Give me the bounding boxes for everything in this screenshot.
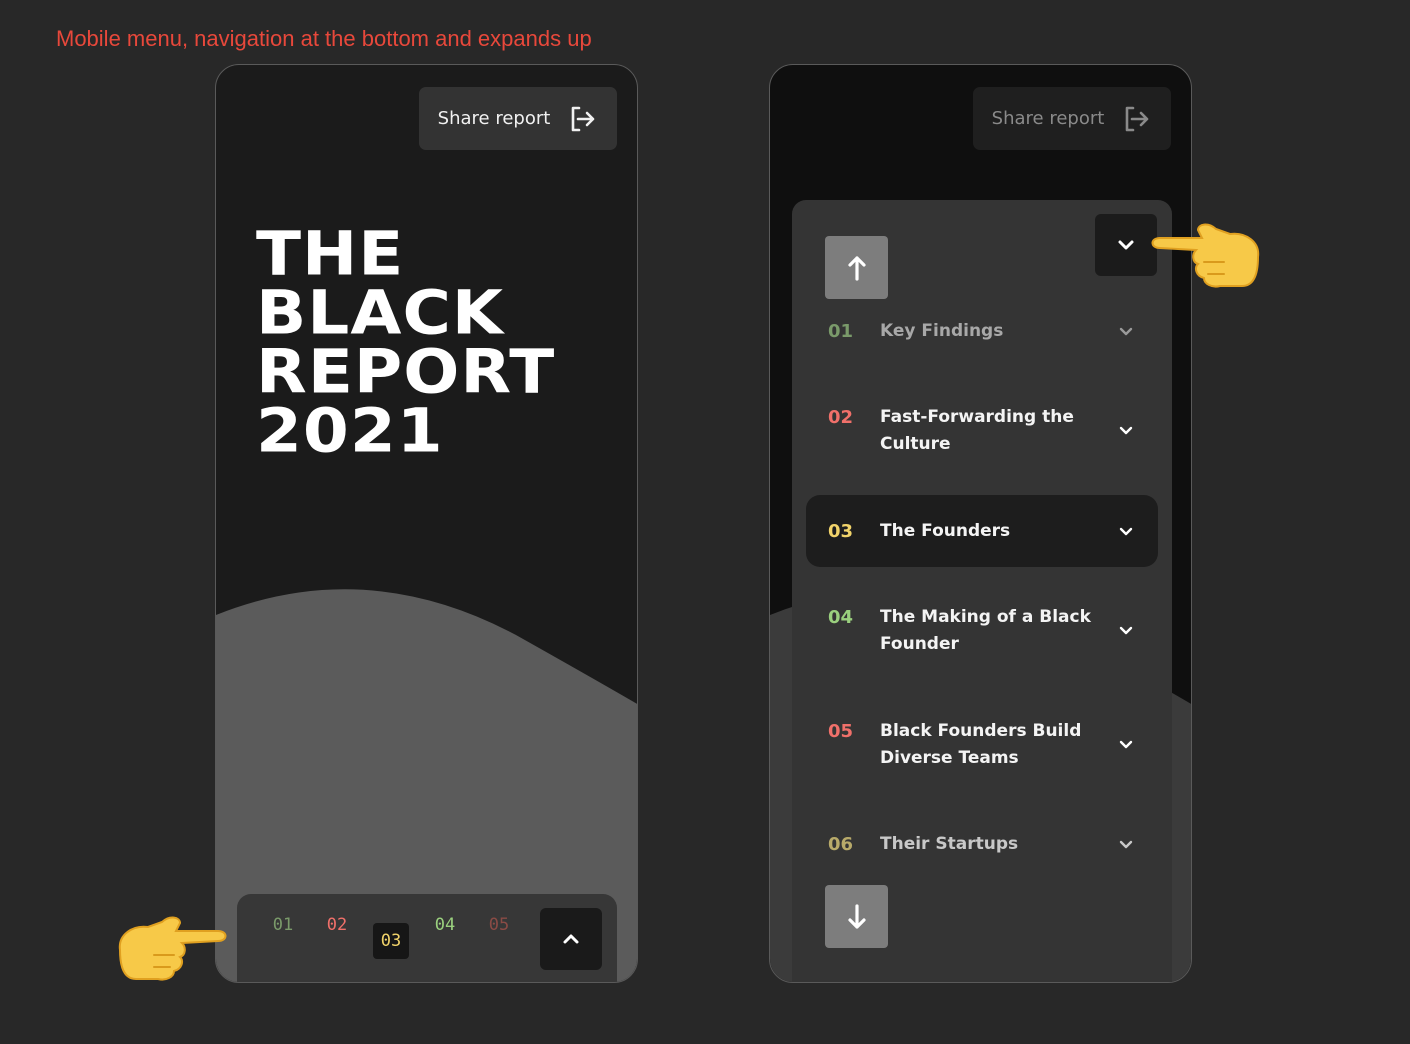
menu-item-label: The Founders <box>880 520 1011 541</box>
share-exit-icon <box>572 106 595 131</box>
menu-item-number: 06 <box>828 834 854 855</box>
chevron-down-icon <box>1116 617 1136 644</box>
menu-item-label: Fast-Forwarding the Culture <box>880 407 1074 454</box>
chevron-down-icon <box>1116 831 1136 858</box>
menu-item-label: Their Startups <box>880 834 1019 854</box>
menu-item-06[interactable]: 06 Their Startups <box>806 831 1158 858</box>
arrow-up-icon <box>847 255 866 281</box>
menu-item-number: 02 <box>828 407 854 428</box>
chevron-down-icon <box>1118 240 1134 250</box>
share-report-label: Share report <box>437 108 551 129</box>
share-report-label: Share report <box>991 108 1105 129</box>
menu-item-number: 03 <box>828 520 854 542</box>
nav-item-01[interactable]: 01 <box>265 907 301 943</box>
pointing-left-hand-icon <box>1151 223 1260 288</box>
menu-item-number: 04 <box>828 607 854 628</box>
bottom-section-nav: 01 02 03 04 05 <box>237 894 617 982</box>
nav-item-04[interactable]: 04 <box>427 907 463 943</box>
menu-item-04[interactable]: 04 The Making of a Black Founder <box>806 604 1158 658</box>
phone-expanded-state: Share report 01 Key Findings 02 Fast-For… <box>769 64 1192 983</box>
nav-item-03[interactable]: 03 <box>373 923 409 959</box>
chevron-down-icon <box>1116 318 1136 345</box>
share-report-button[interactable]: Share report <box>973 87 1171 150</box>
scroll-up-button[interactable] <box>825 236 888 299</box>
expanded-menu-panel: 01 Key Findings 02 Fast-Forwarding the C… <box>792 200 1172 982</box>
phone-collapsed-state: Share report The Black Report 2021 01 02… <box>215 64 638 983</box>
share-report-button[interactable]: Share report <box>419 87 617 150</box>
menu-item-label: Key Findings <box>880 321 1004 341</box>
menu-item-number: 01 <box>828 321 854 342</box>
scroll-down-button[interactable] <box>825 885 888 948</box>
menu-item-03[interactable]: 03 The Founders <box>806 495 1158 567</box>
expand-menu-button[interactable] <box>540 908 602 970</box>
chevron-up-icon <box>563 934 579 944</box>
pointing-right-hand-icon <box>118 916 227 981</box>
chevron-down-icon <box>1116 731 1136 758</box>
menu-item-number: 05 <box>828 721 854 742</box>
menu-item-label: Black Founders Build Diverse Teams <box>880 721 1082 768</box>
nav-item-02[interactable]: 02 <box>319 907 355 943</box>
hero-line-3: Report <box>256 336 556 408</box>
background-curve <box>216 589 637 982</box>
nav-item-05[interactable]: 05 <box>481 907 517 943</box>
chevron-down-icon <box>1116 518 1136 545</box>
menu-item-01[interactable]: 01 Key Findings <box>806 318 1158 345</box>
chevron-down-icon <box>1116 417 1136 444</box>
hero-line-4: 2021 <box>256 395 444 467</box>
arrow-down-icon <box>847 903 866 929</box>
hero-line-1: The <box>256 218 405 290</box>
caption: Mobile menu, navigation at the bottom an… <box>56 26 592 51</box>
share-exit-icon <box>1126 106 1149 131</box>
hero-title: The Black Report 2021 <box>256 218 556 467</box>
menu-item-label: The Making of a Black Founder <box>880 607 1091 654</box>
menu-item-02[interactable]: 02 Fast-Forwarding the Culture <box>806 404 1158 458</box>
menu-item-05[interactable]: 05 Black Founders Build Diverse Teams <box>806 718 1158 772</box>
hero-line-2: Black <box>256 277 505 349</box>
